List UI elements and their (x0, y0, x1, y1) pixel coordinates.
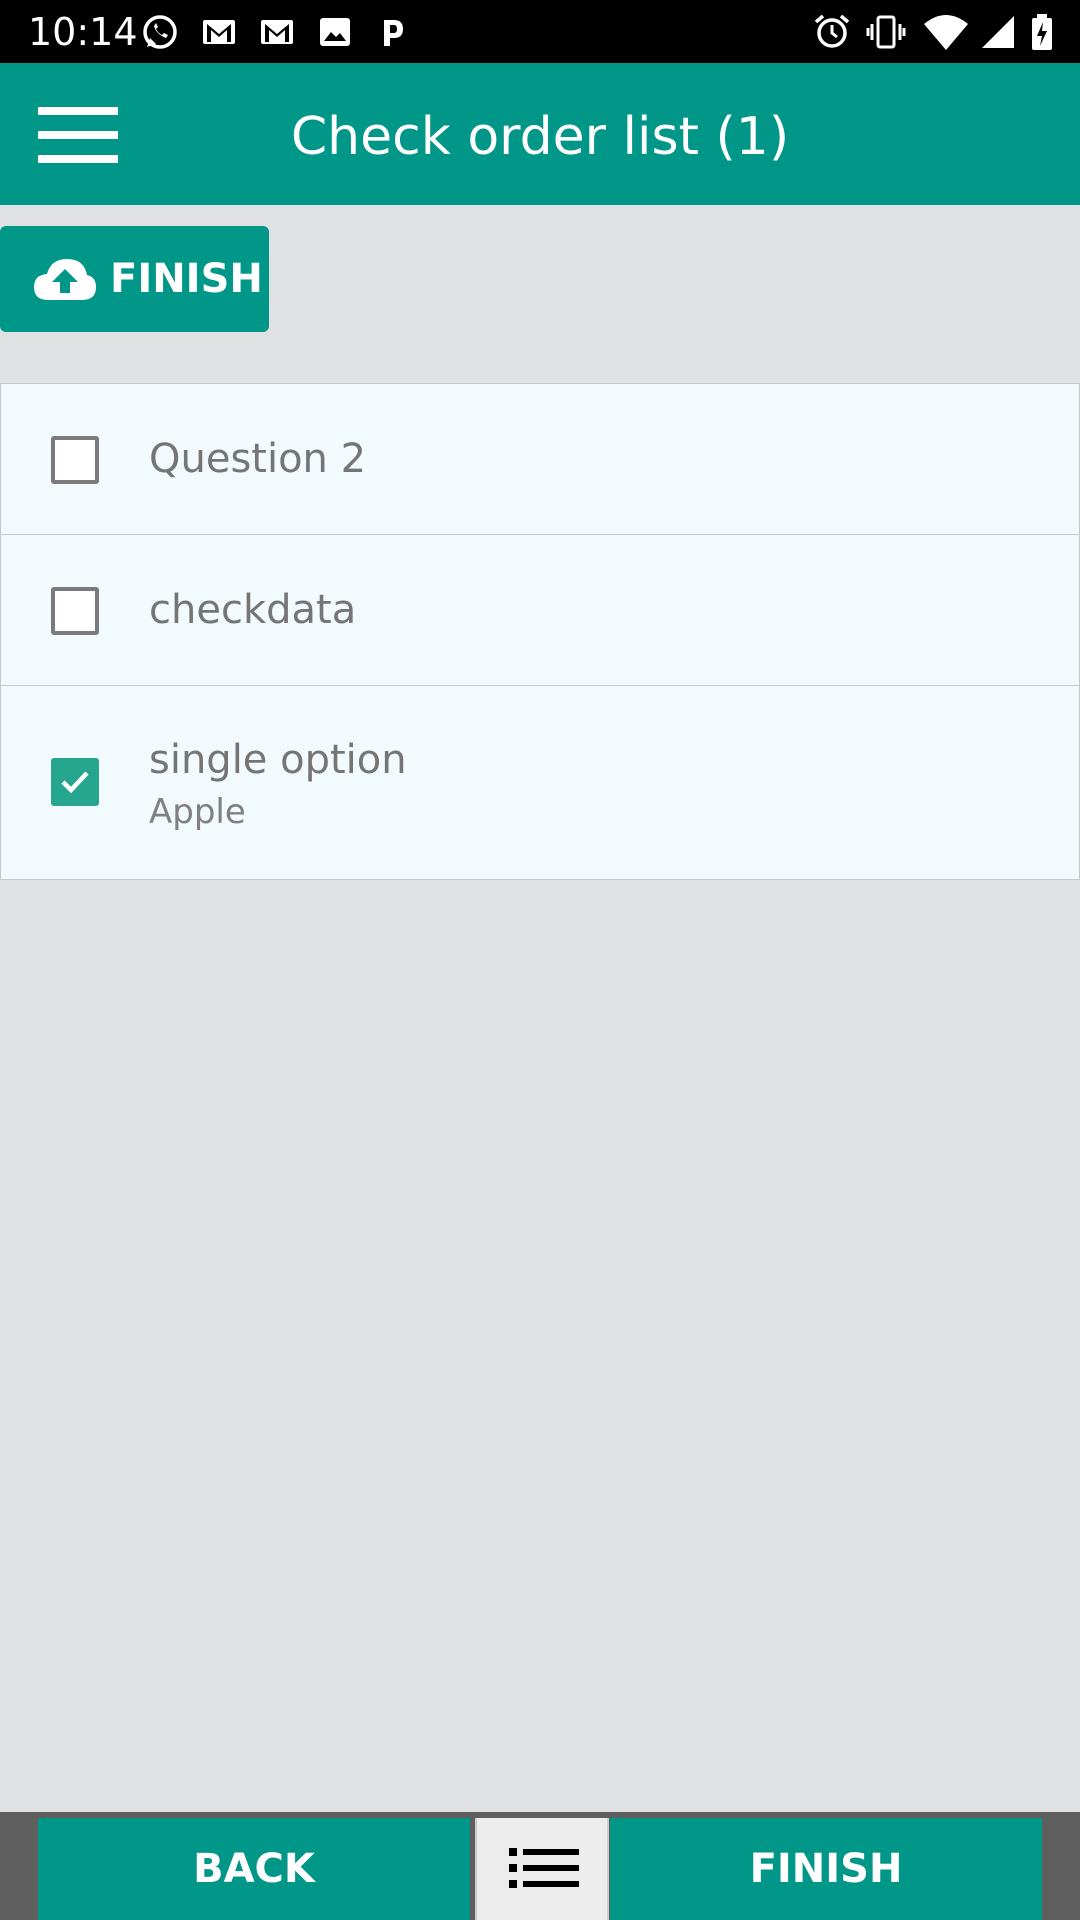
finish-upload-label: FINISH (110, 256, 263, 302)
checkbox-checked[interactable] (51, 758, 99, 806)
list-item[interactable]: Question 2 (0, 383, 1080, 535)
status-time: 10:14 (28, 10, 138, 54)
vibrate-icon (866, 12, 906, 52)
list-item-label: single option (149, 737, 407, 783)
list-icon (509, 1848, 579, 1888)
signal-icon (978, 12, 1018, 52)
back-button[interactable]: BACK (38, 1818, 470, 1920)
list-item-label: Question 2 (149, 436, 367, 482)
page-title: Check order list (1) (290, 107, 790, 167)
wifi-icon (922, 12, 970, 52)
whatsapp-icon (140, 12, 180, 52)
list-button[interactable] (475, 1818, 609, 1920)
list-item[interactable]: single option Apple (0, 686, 1080, 880)
finish-upload-button[interactable]: FINISH (0, 226, 269, 332)
cloud-upload-icon (32, 256, 98, 302)
gmail-icon (257, 12, 297, 52)
list-item-label: checkdata (149, 587, 357, 633)
checklist: Question 2 checkdata single option Apple (0, 383, 1080, 880)
p-icon (372, 12, 412, 52)
hamburger-menu-icon[interactable] (38, 107, 118, 163)
alarm-icon (812, 12, 852, 52)
gmail-icon (199, 12, 239, 52)
finish-button[interactable]: FINISH (610, 1818, 1042, 1920)
app-bar: Check order list (1) (0, 63, 1080, 205)
battery-icon (1030, 12, 1054, 52)
list-item[interactable]: checkdata (0, 535, 1080, 686)
status-bar: 10:14 (0, 0, 1080, 63)
image-icon (315, 12, 355, 52)
bottom-bar: BACK FINISH (0, 1812, 1080, 1920)
checkbox[interactable] (51, 587, 99, 635)
list-item-sublabel: Apple (149, 792, 246, 832)
check-icon (61, 771, 89, 794)
checkbox[interactable] (51, 436, 99, 484)
